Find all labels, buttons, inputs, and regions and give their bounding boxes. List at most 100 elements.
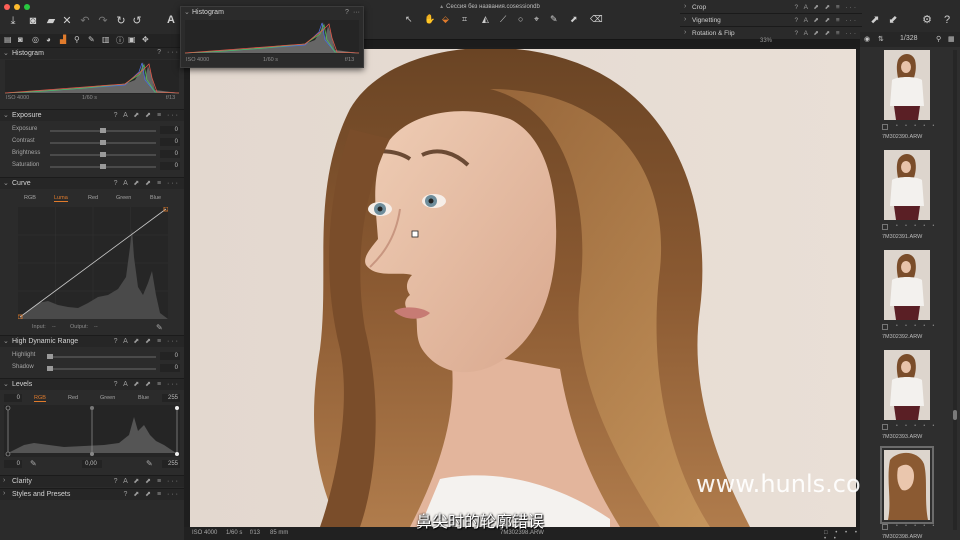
levels-graph[interactable]	[4, 405, 180, 457]
levels-handle-mid[interactable]	[90, 406, 94, 410]
gradient-tool-icon[interactable]: ⬈	[570, 14, 578, 25]
eraser-tool-icon[interactable]: ⌫	[590, 14, 603, 25]
select-checkbox[interactable]	[882, 424, 888, 430]
chevron-down-icon[interactable]: ⌄	[3, 380, 9, 388]
thumbnail[interactable]	[880, 446, 934, 524]
exposure-tab-icon[interactable]: ▟	[60, 35, 66, 44]
batch-tab-icon[interactable]: ✥	[142, 35, 149, 44]
clarity-header[interactable]: › Clarity ? A ⬈ ⬈ ≡ ···	[0, 475, 184, 487]
sort-icon[interactable]: ⇅	[878, 35, 884, 43]
browser-scrollbar[interactable]	[953, 50, 957, 530]
panel-tools-icons[interactable]: ? A ⬈ ⬈ ≡ ···	[114, 477, 180, 485]
chevron-right-icon[interactable]: ›	[3, 477, 5, 484]
curve-graph[interactable]	[18, 207, 168, 319]
chevron-right-icon[interactable]: ›	[3, 490, 5, 497]
panel-tools-icons[interactable]: ? A ⬈ ⬈ ≡ ···	[795, 3, 858, 11]
levels-out-handle-mid[interactable]	[90, 452, 94, 456]
select-checkbox[interactable]	[882, 524, 888, 530]
levels-output-high[interactable]: 255	[162, 460, 180, 468]
rotate-icon[interactable]: ↺	[130, 15, 144, 27]
crop-tool-header[interactable]: › Crop ? A ⬈ ⬈ ≡ ···	[680, 1, 862, 14]
panel-tools-icons[interactable]: ? A ⬈ ⬈ ≡ ···	[114, 337, 180, 345]
chevron-down-icon[interactable]: ⌄	[3, 179, 9, 187]
color-tab-icon[interactable]: ◕	[46, 35, 51, 44]
wb-picker-icon[interactable]: ⌖	[534, 14, 539, 25]
vignetting-tool-header[interactable]: › Vignetting ? A ⬈ ⬈ ≡ ···	[680, 14, 862, 27]
help-icon[interactable]: ?	[345, 9, 349, 16]
eye-icon[interactable]: ◉	[864, 35, 870, 43]
grid-view-icon[interactable]: ▦	[948, 35, 955, 43]
rating-stars[interactable]: • • • • •	[896, 123, 937, 129]
help-icon[interactable]: ?	[940, 14, 954, 26]
curve-tab-red[interactable]: Red	[88, 195, 98, 201]
hdr-row-slider[interactable]	[47, 354, 156, 359]
minimize-window-button[interactable]	[14, 4, 20, 10]
search-icon[interactable]: ⚲	[936, 35, 941, 43]
output-tab-icon[interactable]: ▣	[128, 35, 136, 44]
select-checkbox[interactable]	[882, 224, 888, 230]
levels-output-low[interactable]: 0	[4, 460, 22, 468]
select-checkbox[interactable]	[882, 124, 888, 130]
white-eyedropper-icon[interactable]: ✎	[146, 459, 153, 468]
image-viewer[interactable]	[184, 47, 860, 527]
close-window-button[interactable]	[4, 4, 10, 10]
panel-tools-icons[interactable]: ? A ⬈ ⬈ ≡ ···	[114, 380, 180, 388]
rating-stars[interactable]: • • • • •	[896, 223, 937, 229]
exposure-row-slider-knob[interactable]	[100, 140, 106, 145]
levels-tab-rgb[interactable]: RGB	[34, 395, 46, 402]
search-tab-icon[interactable]: ⚲	[74, 35, 80, 44]
library-tab-icon[interactable]: ▤	[4, 35, 12, 44]
hdr-row-value[interactable]: 0	[160, 364, 180, 372]
curve-tab-rgb[interactable]: RGB	[24, 195, 36, 201]
levels-tab-red[interactable]: Red	[68, 395, 78, 401]
exposure-row-value[interactable]: 0	[160, 126, 180, 134]
levels-handle-low[interactable]	[5, 405, 11, 411]
thumbnail[interactable]	[884, 50, 930, 120]
panel-tools-icons[interactable]: ? A ⬈ ⬈ ≡ ···	[795, 29, 858, 37]
delete-icon[interactable]: ✕	[60, 15, 74, 27]
local-adjustments-tab-icon[interactable]: ▥	[102, 35, 110, 44]
hdr-row-slider-knob[interactable]	[47, 354, 53, 359]
metadata-tab-icon[interactable]: ⓘ	[116, 35, 124, 46]
zoom-level[interactable]: 33%	[760, 38, 772, 44]
chevron-right-icon[interactable]: ›	[684, 16, 686, 23]
exposure-header[interactable]: ⌄ Exposure ? A ⬈ ⬈ ≡ ···	[0, 109, 184, 121]
export-icon[interactable]: ▰	[44, 15, 58, 27]
select-checkbox[interactable]	[882, 324, 888, 330]
thumbnail[interactable]	[884, 250, 930, 320]
levels-tab-blue[interactable]: Blue	[138, 395, 149, 401]
pan-tool-icon[interactable]: ✋	[424, 14, 435, 25]
chevron-down-icon[interactable]: ⌄	[3, 337, 9, 345]
histogram-header[interactable]: ⌄ Histogram ? ···	[0, 47, 184, 59]
settings-gear-icon[interactable]: ⚙	[920, 14, 934, 26]
exposure-row-slider-knob[interactable]	[100, 164, 106, 169]
hdr-row-slider-knob[interactable]	[47, 366, 53, 371]
levels-tab-green[interactable]: Green	[100, 395, 115, 401]
exposure-row-value[interactable]: 0	[160, 162, 180, 170]
curve-tab-green[interactable]: Green	[116, 195, 131, 201]
import-icon[interactable]: ⤓	[6, 15, 20, 27]
zoom-window-button[interactable]	[24, 4, 30, 10]
panel-tools-icons[interactable]: ? A ⬈ ⬈ ≡ ···	[114, 111, 180, 119]
exposure-row-value[interactable]: 0	[160, 138, 180, 146]
levels-header[interactable]: ⌄ Levels ? A ⬈ ⬈ ≡ ···	[0, 378, 184, 390]
details-tab-icon[interactable]: ✎	[88, 35, 95, 44]
straighten-tool-icon[interactable]: ◭	[482, 14, 489, 25]
more-options-icon[interactable]: ···	[353, 9, 360, 16]
copy-adjustments-icon[interactable]: ⬋	[886, 14, 900, 26]
chevron-down-icon[interactable]: ⌄	[3, 111, 9, 119]
rating-stars[interactable]: • • • • •	[896, 323, 937, 329]
reset-icon[interactable]: ↻	[114, 15, 128, 27]
exposure-row-slider[interactable]	[50, 152, 156, 157]
levels-out-handle-high[interactable]	[175, 452, 179, 456]
panel-tools-icons[interactable]: ? ···	[157, 49, 180, 56]
levels-input-high[interactable]: 255	[162, 394, 180, 402]
styles-header[interactable]: › Styles and Presets ? ⬈ ⬈ ≡ ···	[0, 488, 184, 500]
exposure-row-slider-knob[interactable]	[100, 128, 106, 133]
chevron-down-icon[interactable]: ⌄	[184, 8, 190, 16]
exposure-row-slider[interactable]	[50, 128, 156, 133]
keystone-tool-icon[interactable]: ⟋	[500, 14, 506, 25]
brush-tool-icon[interactable]: ✎	[550, 14, 558, 25]
exposure-row-slider[interactable]	[50, 164, 156, 169]
spot-tool-icon[interactable]: ○	[518, 14, 523, 24]
